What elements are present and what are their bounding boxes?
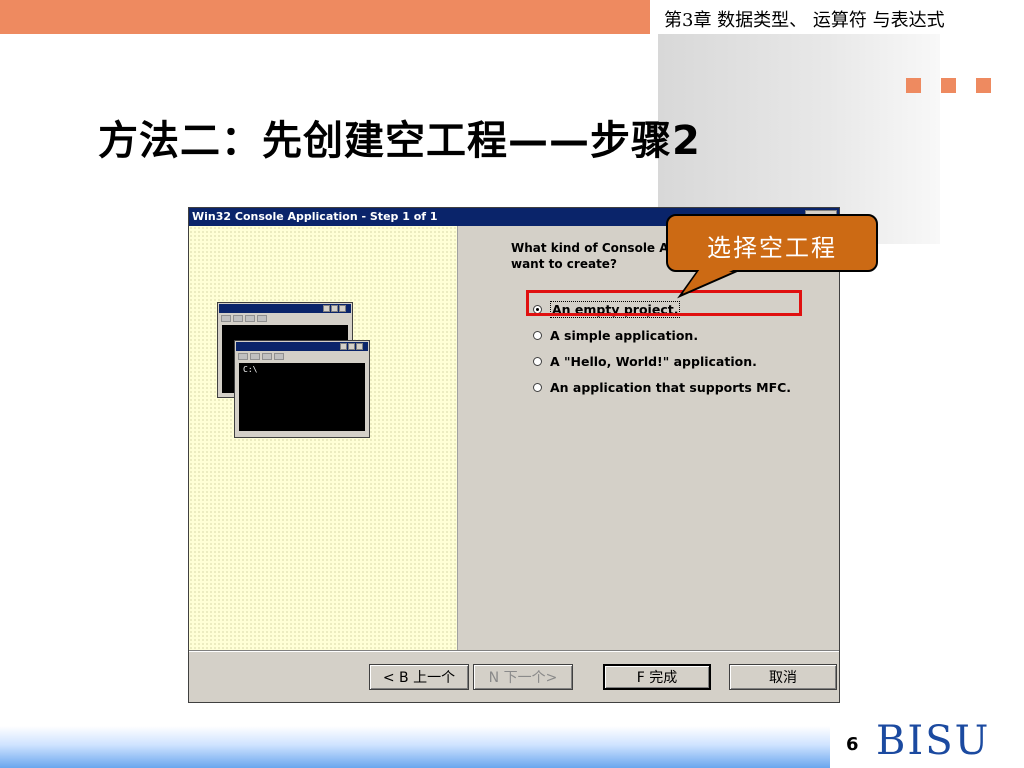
radio-icon[interactable]	[533, 382, 542, 392]
close-icon	[356, 343, 363, 350]
console-screen: C:\	[239, 363, 365, 431]
toolbar-icon	[238, 353, 284, 360]
footer-gradient-bar	[0, 726, 830, 768]
next-button[interactable]: N 下一个>	[473, 664, 573, 690]
console-window-illustration-front: C:\	[234, 340, 370, 438]
decorative-square-1	[906, 78, 921, 93]
bisu-logo: BISU	[876, 718, 991, 764]
callout-bubble: 选择空工程	[666, 214, 878, 272]
maximize-icon	[348, 343, 355, 350]
option-label: An application that supports MFC.	[550, 379, 792, 395]
minimize-icon	[323, 305, 330, 312]
option-mfc-application[interactable]: An application that supports MFC.	[533, 378, 791, 396]
decorative-square-2	[941, 78, 956, 93]
highlight-box	[526, 290, 802, 316]
dialog-title: Win32 Console Application - Step 1 of 1	[192, 210, 438, 223]
decorative-square-3	[976, 78, 991, 93]
chapter-title: 第3章 数据类型、 运算符 与表达式	[664, 10, 945, 31]
minimize-icon	[340, 343, 347, 350]
page-number: 6	[846, 734, 859, 755]
slide-title: 方法二：先创建空工程——步骤2	[98, 118, 701, 164]
console-prompt: C:\	[243, 365, 258, 374]
wizard-dialog: Win32 Console Application - Step 1 of 1 …	[188, 207, 840, 703]
toolbar-icon	[221, 315, 267, 322]
back-button[interactable]: < B 上一个	[369, 664, 469, 690]
button-separator	[189, 650, 839, 652]
option-label: A simple application.	[550, 327, 699, 343]
header-accent-bar	[0, 0, 650, 34]
cancel-button[interactable]: 取消	[729, 664, 837, 690]
radio-icon[interactable]	[533, 356, 542, 366]
radio-icon[interactable]	[533, 330, 542, 340]
illustration-pane: C:\	[189, 226, 458, 650]
maximize-icon	[331, 305, 338, 312]
option-label: A "Hello, World!" application.	[550, 353, 757, 369]
callout-text: 选择空工程	[707, 234, 837, 262]
close-icon	[339, 305, 346, 312]
option-simple-application[interactable]: A simple application.	[533, 326, 698, 344]
option-hello-world[interactable]: A "Hello, World!" application.	[533, 352, 757, 370]
finish-button[interactable]: F 完成	[603, 664, 711, 690]
